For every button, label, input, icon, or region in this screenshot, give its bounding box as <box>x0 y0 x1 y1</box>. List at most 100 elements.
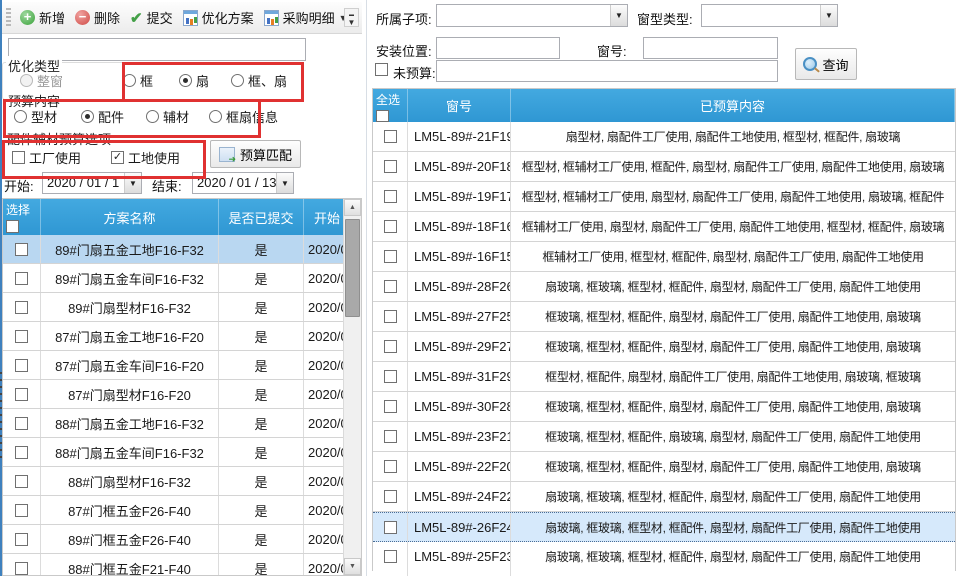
row-checkbox[interactable] <box>384 490 397 503</box>
plan-row[interactable]: 89#门扇五金车间F16-F32是2020/0 <box>3 264 361 293</box>
panel-divider[interactable] <box>366 0 367 576</box>
radio-frame-sash-info[interactable]: 框扇信息 <box>209 107 278 126</box>
row-checkbox[interactable] <box>384 220 397 233</box>
plan-row[interactable]: 88#门框五金F21-F40是2020/0 <box>3 554 361 576</box>
window-row[interactable]: LM5L-89#-21F19扇型材, 扇配件工厂使用, 扇配件工地使用, 框型材… <box>373 122 955 152</box>
add-button[interactable]: 新增 <box>15 5 70 30</box>
window-row[interactable]: LM5L-89#-29F27框玻璃, 框型材, 框配件, 扇型材, 扇配件工厂使… <box>373 332 955 362</box>
window-no-column-header[interactable]: 窗号 <box>408 89 511 122</box>
select-all-checkbox[interactable] <box>376 110 389 122</box>
toolbar-grip[interactable] <box>6 8 11 28</box>
row-checkbox[interactable] <box>15 301 28 314</box>
plan-row[interactable]: 89#门扇型材F16-F32是2020/0 <box>3 293 361 322</box>
date-start-picker[interactable]: 2020 / 01 / 1 <box>42 172 142 194</box>
select-all-checkbox[interactable] <box>6 220 19 233</box>
radio-whole-window[interactable]: 整窗 <box>20 71 63 90</box>
budgeted-column-header[interactable]: 已预算内容 <box>511 89 955 122</box>
row-checkbox[interactable] <box>384 280 397 293</box>
row-checkbox[interactable] <box>15 533 28 546</box>
chevron-down-icon[interactable] <box>820 5 837 26</box>
radio-profile[interactable]: 型材 <box>14 107 57 126</box>
window-row[interactable]: LM5L-89#-28F26扇玻璃, 框玻璃, 框型材, 框配件, 扇型材, 扇… <box>373 272 955 302</box>
plan-row[interactable]: 87#门扇型材F16-F20是2020/0 <box>3 380 361 409</box>
query-button[interactable]: 查询 <box>795 48 857 80</box>
row-checkbox[interactable] <box>384 460 397 473</box>
window-row[interactable]: LM5L-89#-19F17框型材, 框辅材工厂使用, 扇型材, 扇配件工厂使用… <box>373 182 955 212</box>
chevron-down-icon[interactable] <box>124 173 141 193</box>
budgeted-content-cell: 框型材, 框辅材工厂使用, 扇型材, 扇配件工厂使用, 扇配件工地使用, 扇玻璃… <box>511 182 955 211</box>
radio-frame-sash[interactable]: 框、扇 <box>231 71 287 90</box>
plan-row[interactable]: 89#门扇五金工地F16-F32是2020/0 <box>3 235 361 264</box>
row-checkbox[interactable] <box>384 521 397 534</box>
plan-row[interactable]: 87#门扇五金工地F16-F20是2020/0 <box>3 322 361 351</box>
column-line <box>407 571 408 576</box>
window-row[interactable]: LM5L-89#-22F20框玻璃, 框型材, 框配件, 扇型材, 扇配件工厂使… <box>373 452 955 482</box>
row-checkbox[interactable] <box>15 562 28 575</box>
optimize-plan-button[interactable]: 优化方案 <box>178 5 259 30</box>
chevron-down-icon[interactable] <box>610 5 627 26</box>
plan-name-column-header[interactable]: 方案名称 <box>41 199 219 235</box>
scroll-down-icon[interactable] <box>344 558 361 575</box>
row-checkbox[interactable] <box>15 388 28 401</box>
row-checkbox[interactable] <box>15 504 28 517</box>
window-row[interactable]: LM5L-89#-31F29框型材, 框配件, 扇型材, 扇配件工厂使用, 扇配… <box>373 362 955 392</box>
window-row[interactable]: LM5L-89#-26F24扇玻璃, 框玻璃, 框型材, 框配件, 扇型材, 扇… <box>373 512 955 542</box>
sub-item-select[interactable] <box>436 4 628 27</box>
row-checkbox[interactable] <box>384 370 397 383</box>
plan-table-header: 选择 方案名称 是否已提交 开始 <box>3 199 361 235</box>
window-no-input[interactable] <box>643 37 778 59</box>
row-checkbox[interactable] <box>384 400 397 413</box>
budget-match-button[interactable]: 预算匹配 <box>210 140 301 168</box>
radio-frame[interactable]: 框 <box>123 71 153 90</box>
radio-sash[interactable]: 扇 <box>179 71 209 90</box>
window-row[interactable]: LM5L-89#-24F22扇玻璃, 框玻璃, 框型材, 框配件, 扇型材, 扇… <box>373 482 955 512</box>
row-checkbox[interactable] <box>15 330 28 343</box>
plan-row[interactable]: 87#门框五金F26-F40是2020/0 <box>3 496 361 525</box>
row-checkbox[interactable] <box>384 160 397 173</box>
window-row[interactable]: LM5L-89#-25F23扇玻璃, 框玻璃, 框型材, 框配件, 扇型材, 扇… <box>373 542 955 571</box>
scroll-up-icon[interactable] <box>344 199 361 216</box>
window-row[interactable]: LM5L-89#-16F15框辅材工厂使用, 框型材, 框配件, 扇型材, 扇配… <box>373 242 955 272</box>
plan-row[interactable]: 87#门扇五金车间F16-F20是2020/0 <box>3 351 361 380</box>
submitted-cell: 是 <box>219 380 304 408</box>
plan-row[interactable]: 89#门框五金F26-F40是2020/0 <box>3 525 361 554</box>
row-checkbox[interactable] <box>384 430 397 443</box>
submitted-column-header[interactable]: 是否已提交 <box>219 199 304 235</box>
row-checkbox[interactable] <box>384 130 397 143</box>
window-row[interactable]: LM5L-89#-18F16框辅材工厂使用, 扇型材, 扇配件工厂使用, 扇配件… <box>373 212 955 242</box>
date-end-picker[interactable]: 2020 / 01 / 13 <box>192 172 294 194</box>
row-checkbox[interactable] <box>15 272 28 285</box>
window-row[interactable]: LM5L-89#-20F18框型材, 框辅材工厂使用, 框配件, 扇型材, 扇配… <box>373 152 955 182</box>
plan-row[interactable]: 88#门扇五金工地F16-F32是2020/0 <box>3 409 361 438</box>
checkbox-site-use[interactable]: 工地使用 <box>111 148 180 167</box>
chevron-down-icon[interactable] <box>276 173 293 193</box>
row-checkbox[interactable] <box>384 190 397 203</box>
row-checkbox[interactable] <box>384 550 397 563</box>
radio-auxiliary[interactable]: 辅材 <box>146 107 189 126</box>
row-checkbox[interactable] <box>15 417 28 430</box>
row-checkbox[interactable] <box>15 243 28 256</box>
row-checkbox[interactable] <box>15 359 28 372</box>
radio-fitting[interactable]: 配件 <box>81 107 124 126</box>
delete-button[interactable]: 删除 <box>70 5 125 30</box>
row-checkbox[interactable] <box>384 310 397 323</box>
row-checkbox[interactable] <box>15 475 28 488</box>
window-row[interactable]: LM5L-89#-23F21框玻璃, 框型材, 框配件, 扇玻璃, 扇型材, 扇… <box>373 422 955 452</box>
row-checkbox[interactable] <box>384 250 397 263</box>
submit-button[interactable]: 提交 <box>125 5 178 30</box>
purchase-detail-button[interactable]: 采购明细 <box>259 5 353 30</box>
plan-row[interactable]: 88#门扇五金车间F16-F32是2020/0 <box>3 438 361 467</box>
no-budget-input[interactable] <box>436 60 778 82</box>
no-budget-checkbox[interactable] <box>375 63 388 76</box>
install-position-input[interactable] <box>436 37 560 59</box>
checkbox-factory-use[interactable]: 工厂使用 <box>12 148 81 167</box>
plan-row[interactable]: 88#门扇型材F16-F32是2020/0 <box>3 467 361 496</box>
window-type-select[interactable] <box>701 4 838 27</box>
row-checkbox[interactable] <box>384 340 397 353</box>
window-row[interactable]: LM5L-89#-27F25框玻璃, 框型材, 框配件, 扇型材, 扇配件工厂使… <box>373 302 955 332</box>
toolbar-overflow-button[interactable] <box>344 8 359 27</box>
plan-table-scrollbar[interactable] <box>343 199 361 575</box>
row-checkbox[interactable] <box>15 446 28 459</box>
window-row[interactable]: LM5L-89#-30F28框玻璃, 框型材, 框配件, 扇型材, 扇配件工厂使… <box>373 392 955 422</box>
scrollbar-thumb[interactable] <box>345 219 360 317</box>
